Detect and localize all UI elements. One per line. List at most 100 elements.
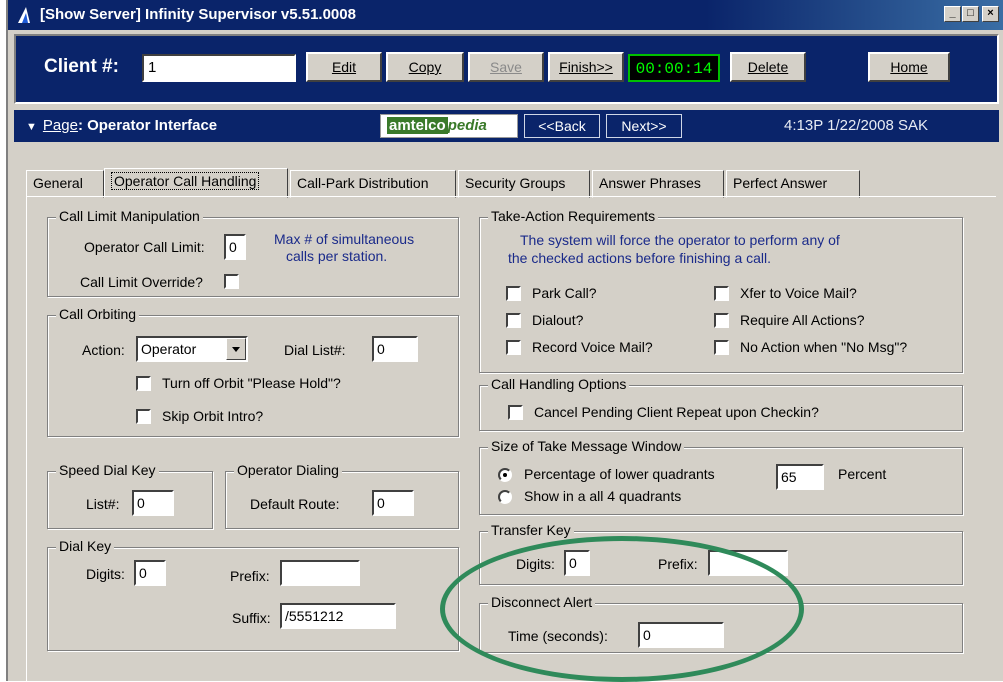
take-message-window-legend: Size of Take Message Window (488, 438, 685, 454)
page-selector[interactable]: ▼ Page: Operator Interface (26, 117, 217, 134)
all-quadrants-radio[interactable] (498, 490, 512, 504)
transfer-key-digits-input[interactable]: 0 (564, 550, 590, 576)
call-orbiting-group: Call Orbiting Action: Operator Dial List… (47, 306, 459, 437)
require-all-actions-checkbox[interactable] (714, 313, 729, 328)
record-voice-mail-checkbox[interactable] (506, 340, 521, 355)
app-window: [Show Server] Infinity Supervisor v5.51.… (6, 0, 1003, 681)
percentage-input[interactable]: 65 (776, 464, 824, 490)
action-select-value: Operator (141, 341, 197, 357)
dial-key-digits-label: Digits: (86, 566, 125, 582)
percentage-radio[interactable] (498, 468, 512, 482)
xfer-voice-mail-label: Xfer to Voice Mail? (740, 285, 857, 301)
save-button[interactable]: Save (468, 52, 544, 82)
transfer-key-legend: Transfer Key (488, 522, 574, 538)
client-label: Client #: (44, 56, 119, 77)
require-all-actions-label: Require All Actions? (740, 312, 865, 328)
dial-key-prefix-input[interactable] (280, 560, 360, 586)
action-label: Action: (82, 342, 125, 358)
app-icon (18, 7, 30, 23)
call-timer: 00:00:14 (628, 54, 720, 82)
edit-button[interactable]: Edit (306, 52, 382, 82)
take-message-window-group: Size of Take Message Window Percentage o… (479, 438, 963, 515)
tab-panel: Call Limit Manipulation Operator Call Li… (26, 196, 996, 681)
call-limit-legend: Call Limit Manipulation (56, 208, 203, 224)
dial-key-group: Dial Key Digits: 0 Prefix: Suffix: /5551… (47, 538, 459, 651)
all-quadrants-label: Show in a all 4 quadrants (524, 488, 682, 504)
percent-unit-label: Percent (838, 466, 887, 482)
xfer-voice-mail-checkbox[interactable] (714, 286, 729, 301)
dial-list-label: Dial List#: (284, 342, 346, 358)
home-button[interactable]: Home (868, 52, 950, 82)
tab-call-park-distribution[interactable]: Call-Park Distribution (290, 170, 456, 198)
speed-dial-list-input[interactable]: 0 (132, 490, 174, 516)
transfer-key-prefix-input[interactable] (708, 550, 788, 576)
amtelcopedia-logo[interactable]: amtelco pedia (380, 114, 518, 138)
no-action-no-msg-label: No Action when "No Msg"? (740, 339, 908, 355)
no-action-no-msg-checkbox[interactable] (714, 340, 729, 355)
dropdown-arrow-icon (232, 347, 240, 352)
tab-answer-phrases[interactable]: Answer Phrases (592, 170, 724, 198)
back-button[interactable]: <<Back (524, 114, 600, 138)
take-action-legend: Take-Action Requirements (488, 208, 659, 224)
dial-key-digits-input[interactable]: 0 (134, 560, 166, 586)
window-title: [Show Server] Infinity Supervisor v5.51.… (40, 6, 356, 23)
datetime-status: 4:13P 1/22/2008 SAK (784, 117, 929, 134)
transfer-key-digits-label: Digits: (516, 556, 555, 572)
park-call-label: Park Call? (532, 285, 597, 301)
page-name: : Operator Interface (77, 117, 218, 134)
call-limit-note-line1: Max # of simultaneous (274, 231, 415, 247)
speed-dial-list-label: List#: (86, 496, 120, 512)
default-route-label: Default Route: (250, 496, 340, 512)
default-route-input[interactable]: 0 (372, 490, 414, 516)
logo-text: pedia (447, 117, 487, 134)
speed-dial-legend: Speed Dial Key (56, 462, 159, 478)
speed-dial-group: Speed Dial Key List#: 0 (47, 462, 213, 529)
dial-key-suffix-input[interactable]: /5551212 (280, 603, 396, 629)
tab-operator-call-handling[interactable]: Operator Call Handling (104, 168, 288, 198)
transfer-key-prefix-text: Prefix: (658, 556, 698, 572)
call-limit-override-checkbox[interactable] (224, 274, 239, 289)
cancel-pending-checkbox[interactable] (508, 405, 523, 420)
disconnect-alert-group: Disconnect Alert Time (seconds): 0 (479, 594, 963, 653)
turn-off-orbit-checkbox[interactable] (136, 376, 151, 391)
tab-security-groups[interactable]: Security Groups (458, 170, 590, 198)
copy-button[interactable]: Copy (386, 52, 464, 82)
page-bar: ▼ Page: Operator Interface amtelco pedia <… (14, 110, 999, 142)
call-orbiting-legend: Call Orbiting (56, 306, 140, 322)
call-limit-group: Call Limit Manipulation Operator Call Li… (47, 208, 459, 297)
operator-call-limit-label: Operator Call Limit: (84, 239, 205, 255)
skip-orbit-intro-label: Skip Orbit Intro? (162, 408, 264, 424)
client-toolbar: Client #: 1 Edit Copy Save Finish>> 00:0… (14, 34, 999, 104)
radio-selected-dot (503, 473, 507, 477)
operator-call-limit-input[interactable]: 0 (224, 234, 246, 260)
maximize-button[interactable]: □ (962, 6, 979, 22)
next-button[interactable]: Next>> (606, 114, 682, 138)
client-number-input[interactable]: 1 (142, 54, 296, 82)
call-limit-override-label: Call Limit Override? (80, 274, 203, 290)
take-action-note-line2: the checked actions before finishing a c… (508, 250, 772, 266)
action-select[interactable]: Operator (136, 336, 248, 362)
transfer-key-group: Transfer Key Digits: 0 Prefix: (479, 522, 963, 585)
tab-general[interactable]: General (26, 170, 104, 198)
tab-perfect-answer[interactable]: Perfect Answer (726, 170, 860, 198)
close-button[interactable]: × (982, 6, 999, 22)
turn-off-orbit-label: Turn off Orbit "Please Hold"? (162, 375, 341, 391)
park-call-checkbox[interactable] (506, 286, 521, 301)
skip-orbit-intro-checkbox[interactable] (136, 409, 151, 424)
percentage-label: Percentage of lower quadrants (524, 466, 715, 482)
operator-dialing-legend: Operator Dialing (234, 462, 342, 478)
disconnect-time-label: Time (seconds): (508, 628, 608, 644)
delete-button[interactable]: Delete (730, 52, 806, 82)
disconnect-time-input[interactable]: 0 (638, 622, 724, 648)
finish-button[interactable]: Finish>> (548, 52, 624, 82)
action-dropdown-button[interactable] (226, 338, 246, 360)
dial-list-input[interactable]: 0 (372, 336, 418, 362)
dial-key-prefix-label: Prefix: (230, 568, 270, 584)
dialout-checkbox[interactable] (506, 313, 521, 328)
logo-box: amtelco (387, 117, 448, 134)
call-handling-options-legend: Call Handling Options (488, 376, 630, 392)
operator-dialing-group: Operator Dialing Default Route: 0 (225, 462, 459, 529)
minimize-button[interactable]: _ (944, 6, 961, 22)
title-bar: [Show Server] Infinity Supervisor v5.51.… (8, 0, 1003, 30)
dialout-label: Dialout? (532, 312, 584, 328)
